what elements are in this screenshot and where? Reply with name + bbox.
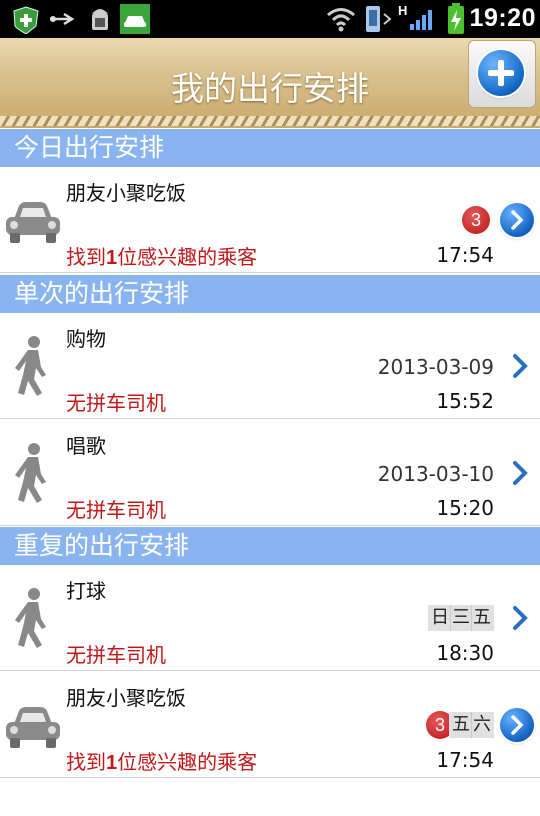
repeat-day: 五 xyxy=(451,712,472,738)
walking-person-icon xyxy=(15,588,46,648)
usb-icon xyxy=(50,12,75,26)
repeat-days: 日三五 xyxy=(428,605,494,631)
section-header-repeat: 重复的出行安排 xyxy=(0,527,540,565)
page-title: 我的出行安排 xyxy=(171,69,369,108)
trip-row[interactable]: 打球 日三五 无拼车司机 18:30 xyxy=(0,565,540,671)
trip-row[interactable]: 唱歌 2013-03-10 无拼车司机 15:20 xyxy=(0,420,540,526)
section-header-single: 单次的出行安排 xyxy=(0,275,540,313)
signal-h-icon: H xyxy=(398,3,432,30)
match-status: 无拼车司机 xyxy=(66,643,166,667)
chevron-right-icon[interactable] xyxy=(510,352,530,380)
trip-date: 2013-03-09 xyxy=(377,355,494,379)
repeat-day: 日 xyxy=(430,605,451,631)
wifi-icon xyxy=(327,8,355,32)
trip-row[interactable]: 购物 2013-03-09 无拼车司机 15:52 xyxy=(0,313,540,419)
repeat-day: 五 xyxy=(473,607,491,628)
repeat-day: 三 xyxy=(451,605,472,631)
plus-icon xyxy=(478,50,524,96)
battery-charging-icon xyxy=(448,3,464,34)
trip-date: 2013-03-10 xyxy=(377,462,494,486)
interested-count-badge: 3 xyxy=(462,206,490,234)
trip-title: 朋友小聚吃饭 xyxy=(66,181,186,205)
repeat-days: 五六 xyxy=(449,712,494,738)
trip-time: 18:30 xyxy=(436,641,494,665)
status-suffix: 位感兴趣的乘客 xyxy=(117,245,258,269)
chevron-right-icon[interactable] xyxy=(510,604,530,632)
match-status: 无拼车司机 xyxy=(66,498,166,522)
trip-time: 15:20 xyxy=(436,496,494,520)
trip-title: 打球 xyxy=(66,579,106,603)
trip-row[interactable]: 朋友小聚吃饭 3 五六 找到1位感兴趣的乘客 17:54 xyxy=(0,672,540,778)
chevron-right-icon[interactable] xyxy=(500,708,534,742)
status-count: 1 xyxy=(106,247,118,269)
status-time: 19:20 xyxy=(469,4,536,32)
trip-time: 15:52 xyxy=(436,389,494,413)
trip-row[interactable]: 朋友小聚吃饭 3 找到1位感兴趣的乘客 17:54 xyxy=(0,167,540,273)
phone-vibrate-icon xyxy=(366,6,392,32)
match-status: 无拼车司机 xyxy=(66,391,166,415)
trip-time: 17:54 xyxy=(436,243,494,267)
svg-text:H: H xyxy=(398,3,407,18)
car-icon xyxy=(6,707,60,748)
repeat-day: 六 xyxy=(473,714,491,735)
status-count: 1 xyxy=(106,752,118,774)
add-trip-button[interactable] xyxy=(468,40,536,108)
trip-title: 购物 xyxy=(66,327,106,351)
rope-divider xyxy=(0,116,540,126)
section-header-today: 今日出行安排 xyxy=(0,129,540,167)
car-app-icon xyxy=(120,4,150,34)
status-prefix: 找到 xyxy=(66,750,106,774)
trip-time: 17:54 xyxy=(436,748,494,772)
shield-plus-icon xyxy=(13,6,39,34)
status-prefix: 找到 xyxy=(66,245,106,269)
chevron-right-icon[interactable] xyxy=(510,459,530,487)
walking-person-icon xyxy=(15,336,46,396)
app-header: 我的出行安排 xyxy=(0,38,540,128)
trip-title: 唱歌 xyxy=(66,434,106,458)
trip-title: 朋友小聚吃饭 xyxy=(66,686,186,710)
walking-person-icon xyxy=(15,443,46,503)
android-debug-icon xyxy=(92,9,108,30)
status-bar: H 19:20 xyxy=(0,0,540,38)
match-status: 找到1位感兴趣的乘客 xyxy=(66,746,257,775)
chevron-right-icon[interactable] xyxy=(500,203,534,237)
car-icon xyxy=(6,202,60,243)
status-suffix: 位感兴趣的乘客 xyxy=(117,750,258,774)
match-status: 找到1位感兴趣的乘客 xyxy=(66,241,257,270)
